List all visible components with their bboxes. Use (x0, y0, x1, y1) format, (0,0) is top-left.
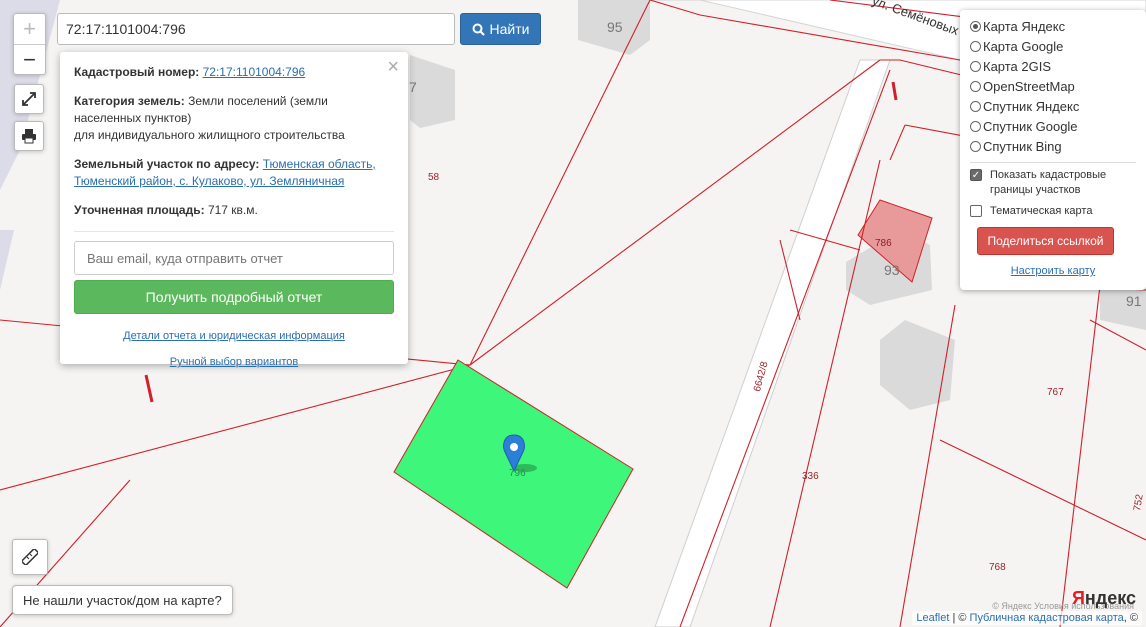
layer-option-google-sat[interactable]: Спутник Google (970, 116, 1136, 136)
map-attribution: Leaflet | © Публичная кадастровая карта,… (912, 611, 1142, 625)
radio-icon (970, 120, 981, 132)
radio-icon (970, 40, 981, 52)
layer-label: Спутник Google (983, 118, 1078, 134)
yandex-logo-letter: Я (1071, 588, 1085, 608)
not-found-button[interactable]: Не нашли участок/дом на карте? (12, 585, 233, 615)
get-report-button[interactable]: Получить подробный отчет (74, 280, 394, 314)
printer-icon (22, 129, 36, 144)
layers-panel: Карта Яндекс Карта Google Карта 2GIS Ope… (960, 10, 1146, 290)
building-number-7: 7 (409, 79, 417, 95)
cadastral-search-input[interactable] (57, 13, 455, 45)
layer-label: Спутник Bing (983, 138, 1062, 154)
attribution-separator: | © (949, 612, 970, 624)
category-extra: для индивидуального жилищного строительс… (74, 128, 345, 142)
address-row: Земельный участок по адресу: Тюменская о… (74, 156, 394, 190)
pkk-link[interactable]: Публичная кадастровая карта (970, 612, 1124, 624)
show-cadastral-toggle[interactable]: ✓ Показать кадастровые границы участков (970, 168, 1136, 198)
category-label: Категория земель: (74, 94, 185, 108)
share-link-button[interactable]: Поделиться ссылкой (977, 227, 1114, 255)
email-field[interactable] (74, 241, 394, 275)
search-button[interactable]: Найти (460, 13, 541, 45)
category-row: Категория земель: Земли поселений (земли… (74, 93, 394, 144)
cadastral-number-link[interactable]: 72:17:1101004:796 (203, 65, 306, 79)
parcel-label-336: 336 (802, 471, 819, 482)
ruler-button[interactable] (12, 539, 48, 575)
layer-option-bing-sat[interactable]: Спутник Bing (970, 136, 1136, 156)
yandex-logo-rest: ндекс (1084, 588, 1136, 608)
manual-choice-link-wrap: Ручной выбор вариантов (74, 356, 394, 368)
search-icon (472, 23, 485, 36)
thematic-map-toggle[interactable]: Тематическая карта (970, 204, 1136, 219)
print-button[interactable] (14, 121, 44, 151)
fullscreen-button[interactable] (14, 84, 44, 114)
zoom-in-button[interactable]: + (14, 14, 45, 45)
radio-icon (970, 60, 981, 72)
report-details-link-wrap: Детали отчета и юридическая информация (74, 330, 394, 342)
manual-choice-link[interactable]: Ручной выбор вариантов (170, 356, 298, 368)
zoom-control: + − (13, 13, 46, 75)
radio-icon (970, 100, 981, 112)
building-number-91: 91 (1126, 293, 1142, 309)
area-label: Уточненная площадь: (74, 203, 205, 217)
popup-divider (74, 231, 394, 232)
layer-label: Карта Яндекс (983, 18, 1066, 34)
layer-label: Карта 2GIS (983, 58, 1052, 74)
radio-icon (970, 80, 981, 92)
building-number-93: 93 (884, 262, 900, 278)
checkbox-checked-icon: ✓ (970, 169, 982, 181)
setup-map-link[interactable]: Настроить карту (970, 265, 1136, 277)
yandex-logo: Яндекс (1072, 588, 1136, 609)
checkbox-icon (970, 205, 982, 217)
parcel-label-767: 767 (1047, 387, 1064, 398)
radio-icon (970, 20, 981, 32)
parcel-label-786: 786 (875, 238, 892, 249)
area-row: Уточненная площадь: 717 кв.м. (74, 202, 394, 219)
building-number-95: 95 (607, 19, 623, 35)
leaflet-link[interactable]: Leaflet (916, 612, 949, 624)
parcel-info-popup: × Кадастровый номер: 72:17:1101004:796 К… (60, 52, 408, 368)
cadastral-number-row: Кадастровый номер: 72:17:1101004:796 (74, 64, 394, 81)
radio-icon (970, 140, 981, 152)
layer-option-yandex-map[interactable]: Карта Яндекс (970, 16, 1136, 36)
thematic-map-label: Тематическая карта (990, 205, 1093, 217)
area-value: 717 кв.м. (207, 203, 258, 217)
layer-option-2gis[interactable]: Карта 2GIS (970, 56, 1136, 76)
popup-close-button[interactable]: × (387, 56, 399, 79)
layer-option-google-map[interactable]: Карта Google (970, 36, 1136, 56)
show-cadastral-label: Показать кадастровые границы участков (990, 169, 1107, 196)
ruler-icon (22, 549, 38, 565)
layer-label: Спутник Яндекс (983, 98, 1080, 114)
layer-label: Карта Google (983, 38, 1064, 54)
layer-option-yandex-sat[interactable]: Спутник Яндекс (970, 96, 1136, 116)
report-details-link[interactable]: Детали отчета и юридическая информация (123, 330, 345, 342)
layers-divider (970, 162, 1136, 163)
expand-icon (22, 92, 36, 106)
search-button-label: Найти (489, 21, 530, 37)
parcel-label-58: 58 (428, 172, 440, 183)
parcel-label-796: 796 (509, 468, 526, 479)
layer-label: OpenStreetMap (983, 78, 1075, 94)
cadastral-number-label: Кадастровый номер: (74, 65, 200, 79)
parcel-label-768: 768 (989, 562, 1006, 573)
address-label: Земельный участок по адресу: (74, 157, 260, 171)
zoom-out-button[interactable]: − (14, 45, 45, 75)
attribution-tail: , © (1123, 612, 1138, 624)
layer-option-osm[interactable]: OpenStreetMap (970, 76, 1136, 96)
